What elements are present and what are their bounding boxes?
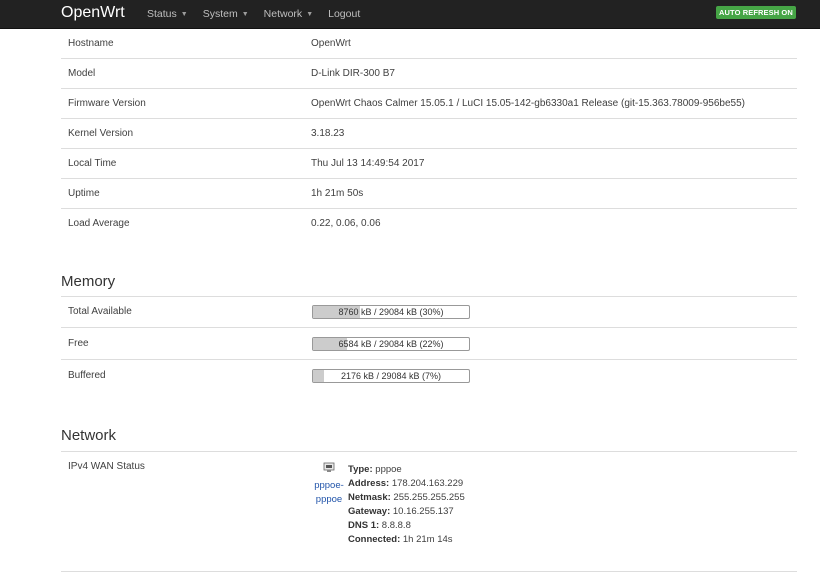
field-value: 1h 21m 14s [402, 534, 453, 545]
field-value: 8.8.8.8 [381, 520, 411, 531]
row-value: 0.22, 0.06, 0.06 [311, 218, 381, 229]
table-row: Uptime 1h 21m 50s [61, 179, 797, 209]
memory-progress-bar: 2176 kB / 29084 kB (7%) [312, 369, 470, 383]
row-value: OpenWrt Chaos Calmer 15.05.1 / LuCI 15.0… [311, 98, 745, 109]
field-key: Connected: [348, 534, 401, 545]
nav-menu: Status ▼ System ▼ Network ▼ Logout [147, 8, 375, 20]
wan-field: Type: pppoe [348, 463, 465, 477]
field-value: pppoe [375, 464, 402, 475]
field-value: 10.16.255.137 [392, 506, 454, 517]
wan-status-row: IPv4 WAN Status pppoe- pppoe Type: pppoe… [61, 451, 797, 572]
nav-item-system-label: System [202, 8, 238, 20]
field-key: Netmask: [348, 492, 391, 503]
field-key: DNS 1: [348, 520, 380, 531]
row-label: Load Average [68, 218, 130, 229]
table-row: Local Time Thu Jul 13 14:49:54 2017 [61, 149, 797, 179]
row-label: Buffered [68, 370, 106, 381]
row-label: Local Time [68, 158, 117, 169]
field-key: Address: [348, 478, 390, 489]
row-value: 3.18.23 [311, 128, 345, 139]
wan-interface-link[interactable]: pppoe- pppoe [313, 479, 345, 507]
caret-down-icon: ▼ [180, 10, 188, 18]
row-label: Firmware Version [68, 98, 146, 109]
row-value: 1h 21m 50s [311, 188, 364, 199]
progress-text: 6584 kB / 29084 kB (22%) [338, 339, 444, 349]
row-label: Free [68, 338, 89, 349]
wan-field: Gateway: 10.16.255.137 [348, 505, 465, 519]
wan-info: Type: pppoe Address: 178.204.163.229 Net… [348, 463, 465, 547]
memory-progress-bar: 6584 kB / 29084 kB (22%) [312, 337, 470, 351]
row-value: OpenWrt [311, 38, 351, 49]
row-label: Kernel Version [68, 128, 134, 139]
memory-row-free: Free 6584 kB / 29084 kB (22%) [61, 328, 797, 360]
memory-progress-bar: 8760 kB / 29084 kB (30%) [312, 305, 470, 319]
nav-item-logout[interactable]: Logout [328, 8, 360, 20]
caret-down-icon: ▼ [306, 10, 314, 18]
caret-down-icon: ▼ [241, 10, 249, 18]
nav-item-status-label: Status [147, 8, 177, 20]
nav-item-network-label: Network [263, 8, 303, 20]
progress-text: 2176 kB / 29084 kB (7%) [340, 371, 442, 381]
wan-interface-line2: pppoe [315, 494, 343, 505]
field-key: Gateway: [348, 506, 391, 517]
wan-field: Address: 178.204.163.229 [348, 477, 465, 491]
table-row: Hostname OpenWrt [61, 29, 797, 59]
wan-field: Connected: 1h 21m 14s [348, 533, 465, 547]
navbar: OpenWrt Status ▼ System ▼ Network ▼ Logout … [0, 0, 820, 29]
row-label: IPv4 WAN Status [68, 461, 145, 472]
nav-item-system[interactable]: System ▼ [203, 8, 249, 20]
field-key: Type: [348, 464, 373, 475]
row-label: Model [68, 68, 96, 79]
table-row: Load Average 0.22, 0.06, 0.06 [61, 209, 797, 238]
network-section-title: Network [61, 427, 117, 444]
table-row: Kernel Version 3.18.23 [61, 119, 797, 149]
nav-item-network[interactable]: Network ▼ [264, 8, 313, 20]
auto-refresh-badge[interactable]: AUTO REFRESH ON [716, 6, 796, 19]
row-label: Hostname [68, 38, 114, 49]
row-value: D-Link DIR-300 B7 [311, 68, 395, 79]
row-value: Thu Jul 13 14:49:54 2017 [311, 158, 425, 169]
wan-field: DNS 1: 8.8.8.8 [348, 519, 465, 533]
memory-row-buffered: Buffered 2176 kB / 29084 kB (7%) [61, 360, 797, 391]
nav-item-status[interactable]: Status ▼ [147, 8, 188, 20]
system-table: Hostname OpenWrt Model D-Link DIR-300 B7… [61, 29, 797, 238]
table-row: Model D-Link DIR-300 B7 [61, 59, 797, 89]
nav-item-logout-label: Logout [328, 8, 361, 20]
row-label: Uptime [68, 188, 100, 199]
wan-field: Netmask: 255.255.255.255 [348, 491, 465, 505]
field-value: 255.255.255.255 [393, 492, 465, 503]
ethernet-port-icon [323, 462, 335, 472]
wan-interface-line1: pppoe- [314, 480, 344, 491]
table-row: Firmware Version OpenWrt Chaos Calmer 15… [61, 89, 797, 119]
field-value: 178.204.163.229 [391, 478, 464, 489]
progress-text: 8760 kB / 29084 kB (30%) [338, 307, 444, 317]
row-label: Total Available [68, 306, 132, 317]
memory-row-total: Total Available 8760 kB / 29084 kB (30%) [61, 296, 797, 328]
memory-section-title: Memory [61, 273, 116, 290]
brand-logo-text[interactable]: OpenWrt [61, 4, 125, 22]
